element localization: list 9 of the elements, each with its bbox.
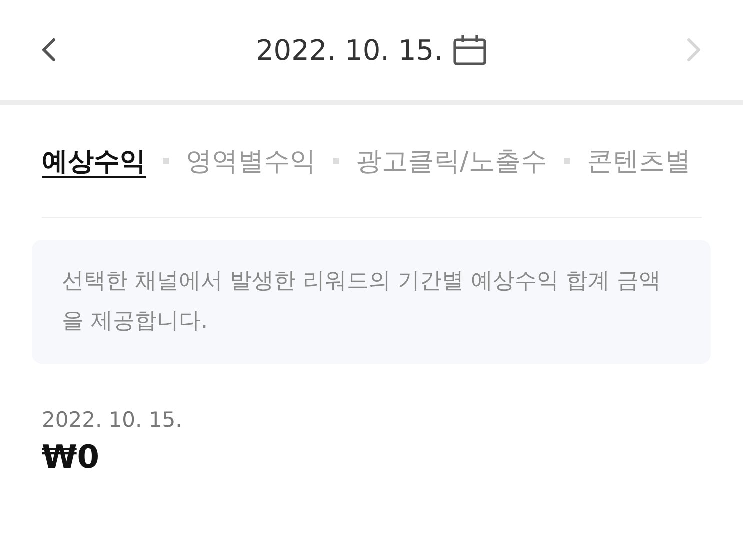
tab[interactable]: 영역별수익: [186, 144, 316, 178]
summary-date: 2022. 10. 15.: [42, 408, 184, 432]
calendar-icon[interactable]: [453, 34, 488, 66]
tab[interactable]: 콘텐츠별: [586, 144, 691, 178]
tab[interactable]: 광고클릭/노출수: [356, 144, 547, 178]
tab[interactable]: 예상수익: [42, 144, 146, 178]
info-notice: 선택한 채널에서 발생한 리워드의 기간별 예상수익 합계 금액을 제공합니다.: [32, 240, 711, 364]
revenue-amount: ₩0: [42, 438, 101, 476]
header-date: 2022. 10. 15.: [256, 34, 444, 66]
